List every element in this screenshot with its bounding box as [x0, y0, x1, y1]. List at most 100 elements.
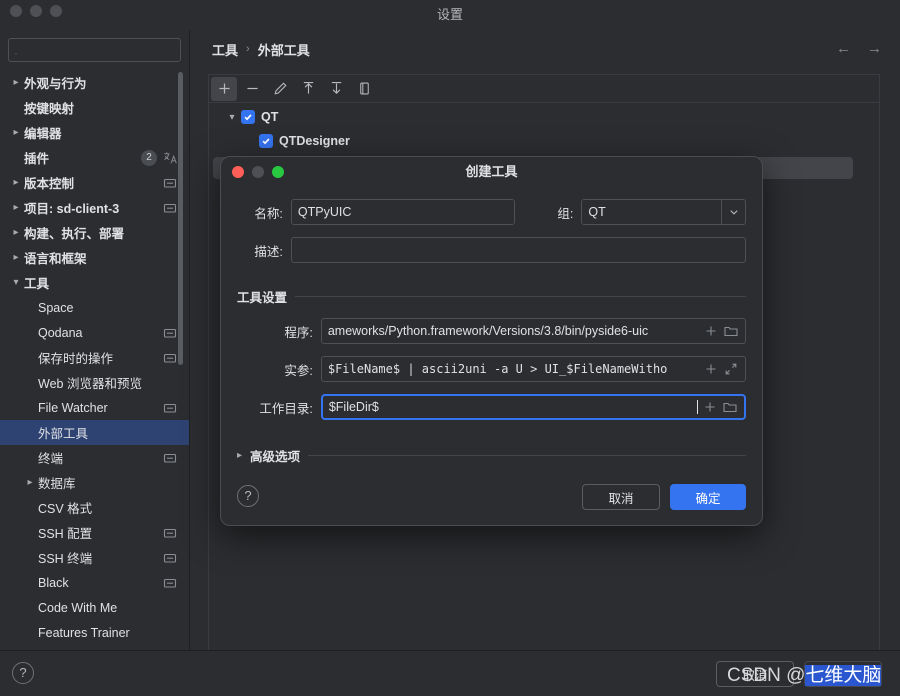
sidebar-item-19[interactable]: ▸SSH 终端 [0, 545, 189, 570]
program-field[interactable]: ameworks/Python.framework/Versions/3.8/b… [320, 318, 746, 344]
group-selected-value: QT [588, 205, 606, 219]
copy-settings-icon [163, 351, 177, 365]
description-row: 描述: [237, 237, 746, 263]
sidebar-item-2[interactable]: ▸ 编辑器 [0, 120, 189, 145]
dialog-cancel-button[interactable]: 取消 [582, 484, 660, 510]
plus-icon [217, 81, 232, 96]
sidebar-item-12[interactable]: ▸Web 浏览器和预览 [0, 370, 189, 395]
arguments-value: $FileName$ | ascii2uni -a U > UI_$FileNa… [327, 362, 668, 376]
tool-label: QTDesigner [279, 134, 350, 148]
tool-checkbox[interactable] [259, 134, 273, 148]
sidebar-item-label: 编辑器 [24, 127, 62, 141]
sidebar-item-15[interactable]: ▸终端 [0, 445, 189, 470]
chevron-right-icon[interactable]: ▸ [8, 202, 24, 213]
insert-macro-icon[interactable] [703, 323, 719, 339]
group-checkbox[interactable] [241, 110, 255, 124]
sidebar-item-label: Code With Me [38, 600, 118, 615]
group-select[interactable]: QT [581, 199, 746, 225]
tools-tree: ▾ QT QTDesigner [209, 103, 879, 179]
breadcrumb: 工具 › 外部工具 [190, 30, 900, 68]
apply-button[interactable]: 应用 [804, 661, 882, 687]
chevron-down-icon[interactable]: ▾ [8, 277, 24, 288]
sidebar-item-11[interactable]: ▸保存时的操作 [0, 345, 189, 370]
workdir-field[interactable]: $FileDir$ [320, 394, 746, 420]
sidebar-item-label: Qodana [38, 325, 83, 340]
expand-editor-icon[interactable] [723, 361, 739, 377]
description-label: 描述: [254, 244, 283, 259]
sidebar-item-9[interactable]: ▸Space [0, 295, 189, 320]
copy-tool-button[interactable] [351, 77, 377, 101]
chevron-right-icon[interactable]: ▸ [8, 227, 24, 238]
help-icon[interactable]: ? [12, 662, 34, 684]
chevron-down-icon[interactable] [721, 200, 745, 224]
move-down-button[interactable] [323, 77, 349, 101]
description-field[interactable] [290, 237, 746, 263]
dialog-ok-button[interactable]: 确定 [670, 484, 746, 510]
chevron-right-icon[interactable]: ▸ [237, 450, 242, 461]
sidebar-item-16[interactable]: ▸ 数据库 [0, 470, 189, 495]
duplicate-icon [357, 81, 372, 96]
sidebar-item-label: 按键映射 [24, 102, 75, 116]
chevron-down-icon[interactable]: ▾ [223, 112, 241, 123]
dialog-help-icon[interactable]: ? [237, 485, 259, 507]
forward-arrow-icon[interactable]: → [867, 40, 882, 57]
browse-folder-icon[interactable] [722, 399, 738, 415]
sidebar-item-3[interactable]: ▸插件2 [0, 145, 189, 170]
edit-tool-button[interactable] [267, 77, 293, 101]
sidebar-item-5[interactable]: ▸ 项目: sd-client-3 [0, 195, 189, 220]
tools-tree-item-row[interactable]: QTDesigner [209, 129, 879, 153]
breadcrumb-current: 外部工具 [257, 42, 310, 58]
name-field[interactable]: QTPyUIC [290, 199, 516, 225]
sidebar-item-label: Space [38, 300, 74, 315]
sidebar-item-4[interactable]: ▸ 版本控制 [0, 170, 189, 195]
cancel-button[interactable]: 取消 [716, 661, 794, 687]
add-tool-button[interactable] [211, 76, 237, 101]
sidebar-item-label: Web 浏览器和预览 [38, 377, 142, 391]
sidebar-item-label: 外部工具 [38, 427, 89, 441]
program-value: ameworks/Python.framework/Versions/3.8/b… [327, 324, 649, 338]
move-up-button[interactable] [295, 77, 321, 101]
copy-settings-icon [163, 451, 177, 465]
browse-folder-icon[interactable] [723, 323, 739, 339]
search-box[interactable] [8, 38, 181, 62]
chevron-right-icon[interactable]: ▸ [8, 177, 24, 188]
sidebar-item-17[interactable]: ▸CSV 格式 [0, 495, 189, 520]
arrow-up-icon [301, 81, 316, 96]
sidebar-item-14[interactable]: ▸外部工具 [0, 420, 189, 445]
workdir-value: $FileDir$ [328, 400, 379, 414]
arguments-field[interactable]: $FileName$ | ascii2uni -a U > UI_$FileNa… [320, 356, 746, 382]
sidebar-item-8[interactable]: ▾ 工具 [0, 270, 189, 295]
sidebar-item-6[interactable]: ▸ 构建、执行、部署 [0, 220, 189, 245]
sidebar-item-13[interactable]: ▸File Watcher [0, 395, 189, 420]
remove-tool-button[interactable] [239, 77, 265, 101]
chevron-right-icon[interactable]: ▸ [8, 77, 24, 88]
sidebar-item-21[interactable]: ▸Code With Me [0, 595, 189, 620]
sidebar-scrollbar[interactable] [178, 72, 183, 365]
tools-tree-group-row[interactable]: ▾ QT [209, 105, 879, 129]
section-divider [308, 455, 746, 456]
search-input[interactable] [17, 39, 180, 61]
sidebar-item-1[interactable]: ▸按键映射 [0, 95, 189, 120]
chevron-right-icon[interactable]: ▸ [22, 477, 38, 488]
arguments-label: 实参: [284, 363, 313, 378]
tool-settings-title: 工具设置 [237, 291, 288, 305]
sidebar-item-0[interactable]: ▸ 外观与行为 [0, 70, 189, 95]
sidebar-item-label: 版本控制 [24, 177, 75, 191]
sidebar-item-20[interactable]: ▸Black [0, 570, 189, 595]
sidebar-item-10[interactable]: ▸Qodana [0, 320, 189, 345]
advanced-options-section-header[interactable]: ▸ 高级选项 [237, 446, 746, 465]
sidebar-item-7[interactable]: ▸ 语言和框架 [0, 245, 189, 270]
back-arrow-icon[interactable]: ← [836, 40, 851, 57]
name-label: 名称: [254, 206, 283, 221]
insert-macro-icon[interactable] [702, 399, 718, 415]
breadcrumb-parent[interactable]: 工具 [212, 40, 238, 59]
sidebar-item-18[interactable]: ▸SSH 配置 [0, 520, 189, 545]
arrow-down-icon [329, 81, 344, 96]
sidebar-item-22[interactable]: ▸Features Trainer [0, 620, 189, 645]
sidebar-item-label: 插件 [24, 152, 50, 166]
chevron-right-icon[interactable]: ▸ [8, 127, 24, 138]
chevron-right-icon[interactable]: ▸ [8, 252, 24, 263]
dialog-title: 创建工具 [465, 164, 518, 179]
settings-window: 设置 ▸外观与行为▸按键映射▸编辑器▸插件2▸版本控制▸项目: sd-clien… [0, 0, 900, 696]
insert-macro-icon[interactable] [703, 361, 719, 377]
